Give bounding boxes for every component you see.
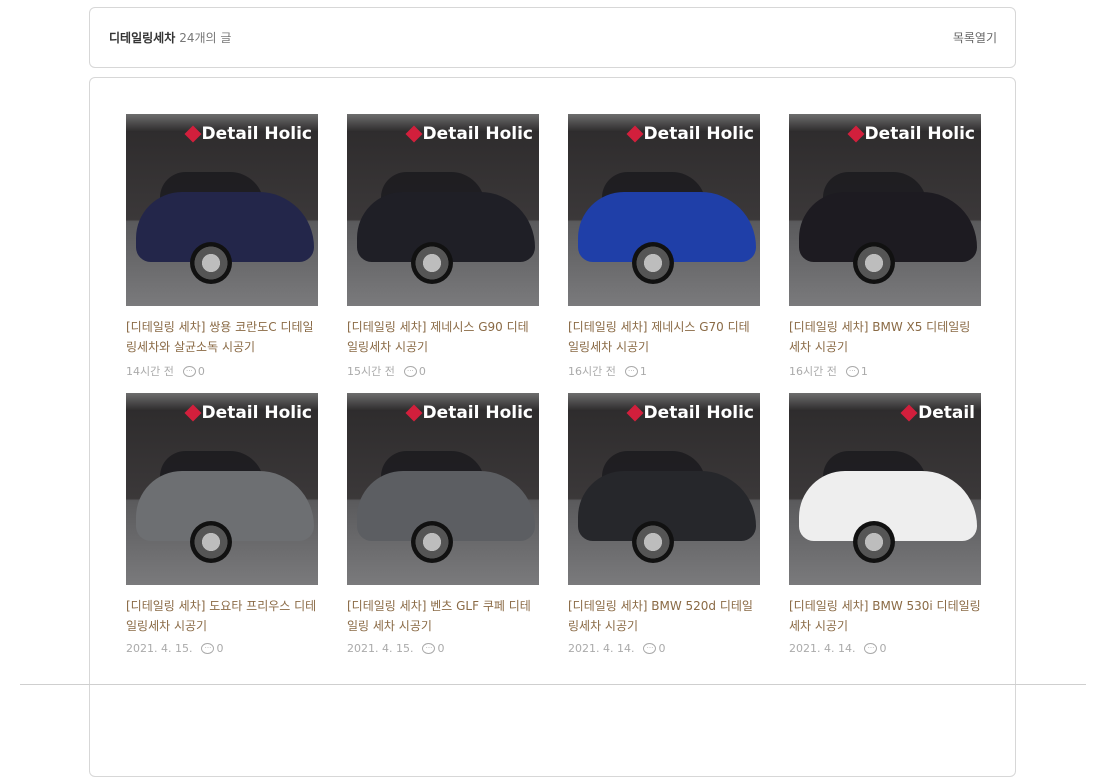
- post-thumbnail[interactable]: Detail Holic: [347, 114, 539, 306]
- post-meta: 15시간 전 ··· 0: [347, 363, 539, 379]
- post-meta: 16시간 전 ··· 1: [789, 363, 981, 379]
- post-thumbnail[interactable]: Detail Holic: [347, 393, 539, 585]
- post-thumbnail[interactable]: Detail Holic: [789, 114, 981, 306]
- brand-logo-icon: [405, 404, 423, 422]
- brand-sign: Detail: [900, 403, 975, 423]
- post-count: 24개의 글: [179, 31, 232, 45]
- post-title[interactable]: [디테일링 세차] 쌍용 코란도C 디테일링세차와 살균소독 시공기: [126, 317, 318, 357]
- comment-count: 0: [658, 642, 666, 655]
- post-meta: 2021. 4. 14. ··· 0: [568, 642, 760, 655]
- wheel-icon: [853, 242, 895, 284]
- post-time: 16시간 전: [789, 365, 837, 378]
- comment-count: 0: [879, 642, 887, 655]
- brand-sign: Detail Holic: [405, 403, 533, 423]
- post-time: 16시간 전: [568, 365, 616, 378]
- brand-sign: Detail Holic: [626, 403, 754, 423]
- brand-logo-icon: [900, 404, 918, 422]
- wheel-icon: [411, 521, 453, 563]
- post-grid: Detail Holic [디테일링 세차] 쌍용 코란도C 디테일링세차와 살…: [126, 114, 981, 655]
- brand-logo-icon: [184, 404, 202, 422]
- post-card[interactable]: Detail Holic [디테일링 세차] 제네시스 G90 디테일링세차 시…: [347, 114, 539, 379]
- post-meta: 14시간 전 ··· 0: [126, 363, 318, 379]
- post-title[interactable]: [디테일링 세차] 제네시스 G70 디테일링세차 시공기: [568, 317, 760, 357]
- comment-icon: ···: [182, 365, 196, 377]
- post-meta: 16시간 전 ··· 1: [568, 363, 760, 379]
- post-thumbnail[interactable]: Detail Holic: [126, 114, 318, 306]
- toggle-list-button[interactable]: 목록열기: [953, 29, 997, 46]
- comment-icon: ···: [403, 365, 417, 377]
- post-meta: 2021. 4. 14. ··· 0: [789, 642, 981, 655]
- post-card[interactable]: Detail Holic [디테일링 세차] BMW 520d 디테일링세차 시…: [568, 393, 760, 655]
- post-card[interactable]: Detail Holic [디테일링 세차] 제네시스 G70 디테일링세차 시…: [568, 114, 760, 379]
- divider: [20, 684, 1086, 685]
- post-thumbnail[interactable]: Detail: [789, 393, 981, 585]
- brand-logo-icon: [626, 125, 644, 143]
- brand-sign: Detail Holic: [847, 124, 975, 144]
- comment-icon: ···: [845, 365, 859, 377]
- comment-count: 0: [216, 642, 224, 655]
- comment-icon: ···: [864, 643, 878, 654]
- category-name[interactable]: 디테일링세차: [109, 31, 175, 45]
- wheel-icon: [411, 242, 453, 284]
- post-card[interactable]: Detail Holic [디테일링 세차] 도요타 프리우스 디테일링세차 시…: [126, 393, 318, 655]
- post-time: 2021. 4. 15.: [347, 642, 414, 655]
- brand-sign: Detail Holic: [184, 403, 312, 423]
- wheel-icon: [632, 242, 674, 284]
- comment-count: 1: [860, 364, 868, 378]
- brand-logo-icon: [847, 125, 865, 143]
- brand-logo-icon: [405, 125, 423, 143]
- comment-icon: ···: [624, 365, 638, 377]
- post-title[interactable]: [디테일링 세차] 도요타 프리우스 디테일링세차 시공기: [126, 596, 318, 636]
- category-title: 디테일링세차 24개의 글: [109, 29, 231, 46]
- comment-count: 0: [197, 364, 205, 378]
- post-title[interactable]: [디테일링 세차] BMW 530i 디테일링세차 시공기: [789, 596, 981, 636]
- post-card[interactable]: Detail Holic [디테일링 세차] BMW X5 디테일링세차 시공기…: [789, 114, 981, 379]
- comment-icon: ···: [643, 643, 657, 654]
- brand-text: Detail Holic: [864, 124, 975, 144]
- brand-text: Detail Holic: [422, 403, 533, 423]
- comment-icon: ···: [422, 643, 436, 654]
- post-meta: 2021. 4. 15. ··· 0: [126, 642, 318, 655]
- brand-sign: Detail Holic: [184, 124, 312, 144]
- post-title[interactable]: [디테일링 세차] 제네시스 G90 디테일링세차 시공기: [347, 317, 539, 357]
- brand-text: Detail Holic: [643, 124, 754, 144]
- post-time: 15시간 전: [347, 365, 395, 378]
- brand-text: Detail: [918, 403, 975, 423]
- post-card[interactable]: Detail [디테일링 세차] BMW 530i 디테일링세차 시공기 202…: [789, 393, 981, 655]
- brand-sign: Detail Holic: [405, 124, 533, 144]
- brand-text: Detail Holic: [422, 124, 533, 144]
- post-thumbnail[interactable]: Detail Holic: [126, 393, 318, 585]
- brand-sign: Detail Holic: [626, 124, 754, 144]
- post-thumbnail[interactable]: Detail Holic: [568, 393, 760, 585]
- post-time: 2021. 4. 14.: [568, 642, 635, 655]
- post-grid-container: Detail Holic [디테일링 세차] 쌍용 코란도C 디테일링세차와 살…: [89, 77, 1016, 777]
- wheel-icon: [190, 242, 232, 284]
- wheel-icon: [190, 521, 232, 563]
- wheel-icon: [853, 521, 895, 563]
- category-header: 디테일링세차 24개의 글 목록열기: [89, 7, 1016, 68]
- post-title[interactable]: [디테일링 세차] 벤츠 GLF 쿠페 디테일링 세차 시공기: [347, 596, 539, 636]
- post-time: 14시간 전: [126, 365, 174, 378]
- brand-text: Detail Holic: [643, 403, 754, 423]
- brand-text: Detail Holic: [201, 124, 312, 144]
- comment-count: 1: [639, 364, 647, 378]
- comment-icon: ···: [201, 643, 215, 654]
- brand-text: Detail Holic: [201, 403, 312, 423]
- post-meta: 2021. 4. 15. ··· 0: [347, 642, 539, 655]
- post-card[interactable]: Detail Holic [디테일링 세차] 벤츠 GLF 쿠페 디테일링 세차…: [347, 393, 539, 655]
- post-title[interactable]: [디테일링 세차] BMW 520d 디테일링세차 시공기: [568, 596, 760, 636]
- post-time: 2021. 4. 15.: [126, 642, 193, 655]
- comment-count: 0: [418, 364, 426, 378]
- comment-count: 0: [437, 642, 445, 655]
- post-time: 2021. 4. 14.: [789, 642, 856, 655]
- wheel-icon: [632, 521, 674, 563]
- post-card[interactable]: Detail Holic [디테일링 세차] 쌍용 코란도C 디테일링세차와 살…: [126, 114, 318, 379]
- brand-logo-icon: [184, 125, 202, 143]
- brand-logo-icon: [626, 404, 644, 422]
- post-thumbnail[interactable]: Detail Holic: [568, 114, 760, 306]
- post-title[interactable]: [디테일링 세차] BMW X5 디테일링세차 시공기: [789, 317, 981, 357]
